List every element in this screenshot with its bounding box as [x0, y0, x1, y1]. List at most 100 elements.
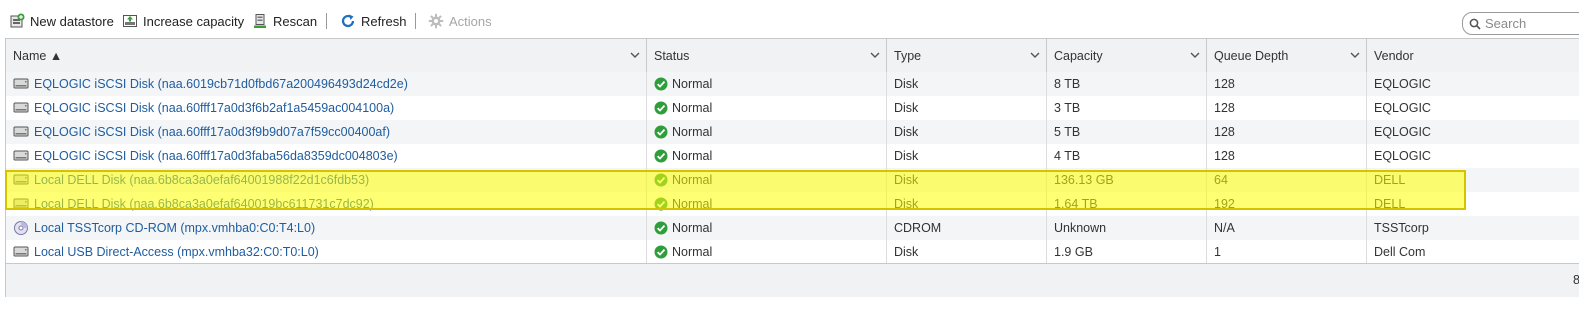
grid-header: Name ▲ Status Type Capacity Queue Depth … — [6, 39, 1579, 73]
column-header-type[interactable]: Type — [887, 39, 1047, 72]
device-name-link[interactable]: Local DELL Disk (naa.6b8ca3a0efaf640019b… — [34, 197, 374, 211]
disk-icon — [13, 197, 29, 211]
cell-vendor: DELL — [1367, 192, 1579, 216]
cell-vendor: EQLOGIC — [1367, 144, 1579, 168]
chevron-down-icon[interactable] — [1030, 51, 1040, 59]
disk-icon — [13, 245, 29, 259]
cell-capacity: 1.9 GB — [1047, 240, 1207, 264]
cell-queue: 64 — [1207, 168, 1367, 192]
cell-capacity: 5 TB — [1047, 120, 1207, 144]
status-indicator: Normal — [654, 125, 712, 139]
device-name-link[interactable]: EQLOGIC iSCSI Disk (naa.60fff17a0d3f9b9d… — [34, 125, 390, 139]
cell-name: EQLOGIC iSCSI Disk (naa.6019cb71d0fbd67a… — [6, 72, 647, 96]
refresh-button[interactable]: Refresh — [340, 12, 407, 30]
table-row[interactable]: EQLOGIC iSCSI Disk (naa.60fff17a0d3f6b2a… — [6, 96, 1579, 120]
vendor-value: DELL — [1374, 197, 1406, 211]
status-indicator: Normal — [654, 197, 712, 211]
disk-icon — [13, 173, 29, 187]
chevron-down-icon[interactable] — [1190, 51, 1200, 59]
cell-status: Normal — [647, 168, 887, 192]
vendor-value: Dell Com — [1374, 245, 1426, 259]
check-circle-icon — [654, 149, 668, 163]
cell-type: Disk — [887, 96, 1047, 120]
chevron-down-icon[interactable] — [870, 51, 880, 59]
chevron-down-icon[interactable] — [1350, 51, 1360, 59]
capacity-value: 3 TB — [1054, 101, 1081, 115]
table-row[interactable]: EQLOGIC iSCSI Disk (naa.6019cb71d0fbd67a… — [6, 72, 1579, 96]
capacity-value: Unknown — [1054, 221, 1107, 235]
status-indicator: Normal — [654, 173, 712, 187]
cell-name: Local DELL Disk (naa.6b8ca3a0efaf6400198… — [6, 168, 647, 192]
type-value: Disk — [894, 125, 919, 139]
vendor-value: EQLOGIC — [1374, 149, 1431, 163]
device-name-link[interactable]: EQLOGIC iSCSI Disk (naa.60fff17a0d3faba5… — [34, 149, 398, 163]
type-value: Disk — [894, 77, 919, 91]
search-input[interactable] — [1485, 16, 1579, 31]
check-circle-icon — [654, 125, 668, 139]
cell-vendor: EQLOGIC — [1367, 96, 1579, 120]
cell-vendor: Dell Com — [1367, 240, 1579, 264]
device-name-link[interactable]: Local TSSTcorp CD-ROM (mpx.vmhba0:C0:T4:… — [34, 221, 315, 235]
column-header-status[interactable]: Status — [647, 39, 887, 72]
rescan-button[interactable]: Rescan — [252, 12, 317, 30]
new-datastore-icon — [10, 13, 25, 28]
queue-value: 192 — [1214, 197, 1235, 211]
capacity-value: 4 TB — [1054, 149, 1081, 163]
table-row[interactable]: Local USB Direct-Access (mpx.vmhba32:C0:… — [6, 240, 1579, 264]
type-value: Disk — [894, 101, 919, 115]
column-header-label: Name ▲ — [13, 48, 63, 63]
vendor-value: EQLOGIC — [1374, 101, 1431, 115]
column-header-vendor[interactable]: Vendor — [1367, 39, 1579, 72]
table-row[interactable]: Local TSSTcorp CD-ROM (mpx.vmhba0:C0:T4:… — [6, 216, 1579, 240]
type-value: Disk — [894, 149, 919, 163]
cell-type: Disk — [887, 72, 1047, 96]
status-text: Normal — [672, 221, 713, 235]
table-row[interactable]: Local DELL Disk (naa.6b8ca3a0efaf6400198… — [6, 168, 1579, 192]
refresh-icon — [341, 14, 355, 28]
check-circle-icon — [654, 173, 668, 187]
search-box[interactable] — [1462, 12, 1579, 35]
rescan-icon — [254, 14, 266, 28]
cell-capacity: 4 TB — [1047, 144, 1207, 168]
status-text: Normal — [672, 245, 713, 259]
disk-icon — [13, 125, 29, 139]
device-name-link[interactable]: EQLOGIC iSCSI Disk (naa.6019cb71d0fbd67a… — [34, 77, 408, 91]
cell-type: Disk — [887, 120, 1047, 144]
vendor-value: EQLOGIC — [1374, 77, 1431, 91]
table-row[interactable]: EQLOGIC iSCSI Disk (naa.60fff17a0d3f9b9d… — [6, 120, 1579, 144]
device-name-link[interactable]: Local USB Direct-Access (mpx.vmhba32:C0:… — [34, 245, 319, 259]
disk-icon — [13, 149, 29, 163]
column-header-label: Queue Depth — [1214, 48, 1289, 63]
queue-value: 128 — [1214, 149, 1235, 163]
increase-capacity-icon — [123, 15, 137, 27]
new-datastore-button[interactable]: New datastore — [9, 12, 114, 30]
cell-vendor: TSSTcorp — [1367, 216, 1579, 240]
device-name-link[interactable]: EQLOGIC iSCSI Disk (naa.60fff17a0d3f6b2a… — [34, 101, 394, 115]
cell-name: Local DELL Disk (naa.6b8ca3a0efaf640019b… — [6, 192, 647, 216]
grid-footer: 8 — [6, 263, 1579, 297]
new-datastore-label: New datastore — [30, 13, 114, 29]
status-text: Normal — [672, 125, 713, 139]
check-circle-icon — [654, 101, 668, 115]
table-row[interactable]: EQLOGIC iSCSI Disk (naa.60fff17a0d3faba5… — [6, 144, 1579, 168]
table-row[interactable]: Local DELL Disk (naa.6b8ca3a0efaf640019b… — [6, 192, 1579, 216]
chevron-down-icon[interactable] — [630, 51, 640, 59]
cell-vendor: EQLOGIC — [1367, 120, 1579, 144]
device-name-link[interactable]: Local DELL Disk (naa.6b8ca3a0efaf6400198… — [34, 173, 369, 187]
check-circle-icon — [654, 197, 668, 211]
type-value: Disk — [894, 173, 919, 187]
cell-queue: 1 — [1207, 240, 1367, 264]
actions-button[interactable]: Actions — [428, 12, 492, 30]
status-indicator: Normal — [654, 221, 712, 235]
column-header-name[interactable]: Name ▲ — [6, 39, 647, 72]
cell-vendor: EQLOGIC — [1367, 72, 1579, 96]
type-value: Disk — [894, 197, 919, 211]
toolbar: New datastore Increase capacity Rescan R… — [0, 0, 1579, 42]
check-circle-icon — [654, 221, 668, 235]
cell-status: Normal — [647, 144, 887, 168]
rescan-label: Rescan — [273, 13, 318, 29]
column-header-capacity[interactable]: Capacity — [1047, 39, 1207, 72]
increase-capacity-button[interactable]: Increase capacity — [122, 12, 244, 30]
column-header-queue-depth[interactable]: Queue Depth — [1207, 39, 1367, 72]
queue-value: 64 — [1214, 173, 1228, 187]
